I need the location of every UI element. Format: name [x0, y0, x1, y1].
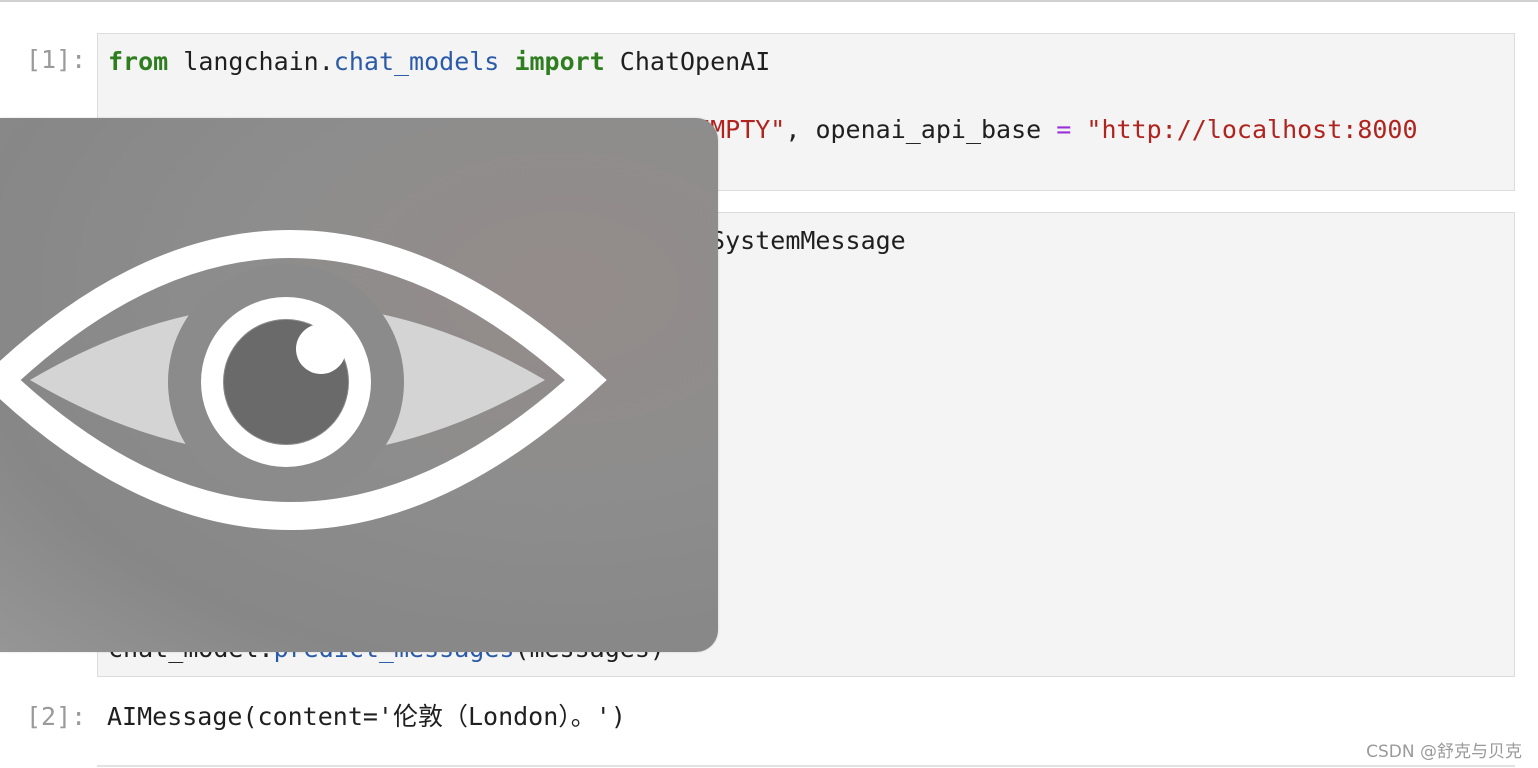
cell-1-prompt: [1]: — [26, 45, 87, 74]
code-token: langchain. — [168, 47, 334, 76]
cell-output: AIMessage(content='伦敦（London）。') — [107, 702, 626, 731]
code-token: , openai_api_base — [785, 115, 1057, 144]
output-prompt: [2]: — [26, 702, 87, 731]
code-token: chat_models — [333, 47, 500, 76]
top-divider — [0, 0, 1538, 2]
eye-overlay-panel[interactable] — [0, 118, 718, 652]
code-token: from — [108, 47, 169, 76]
code-token: ChatOpenAI — [604, 47, 771, 76]
code-line: from langchain.chat_models import ChatOp… — [108, 45, 1418, 79]
code-token: = — [1056, 115, 1072, 144]
code-token: import — [514, 47, 605, 76]
eye-icon — [0, 230, 607, 530]
code-token: "http://localhost:8000 — [1086, 115, 1418, 144]
watermark: CSDN @舒克与贝克 — [1366, 742, 1522, 762]
output-divider — [97, 765, 1515, 767]
